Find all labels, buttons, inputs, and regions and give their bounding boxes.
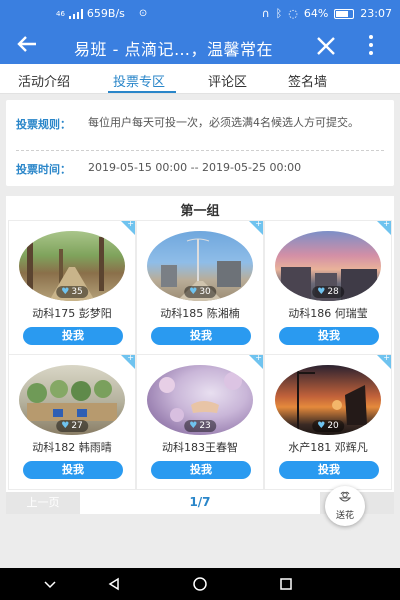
plus-icon: +	[383, 354, 390, 362]
rule-label: 投票规则：	[16, 118, 71, 131]
recents-square-icon[interactable]	[278, 576, 294, 592]
title-bar: 易班 - 点滴记…，温馨常在	[0, 27, 400, 64]
tab-bar: 活动介绍 投票专区 评论区 签名墙	[0, 64, 400, 94]
system-nav-bar	[0, 568, 400, 600]
plus-icon: +	[255, 354, 262, 362]
vote-button[interactable]: 投我	[23, 461, 123, 479]
vote-count: 35	[71, 287, 83, 297]
send-flower-button[interactable]: 送花	[325, 486, 365, 526]
time-label: 投票时间：	[16, 163, 71, 176]
divider	[16, 150, 384, 151]
candidate-photo[interactable]: ♥ 20	[275, 365, 381, 435]
flower-icon	[338, 491, 352, 502]
vote-count: 20	[327, 421, 339, 431]
mute-icon: ◌	[288, 7, 298, 20]
vote-count: 23	[199, 421, 211, 431]
rule-text: 每位用户每天可投一次，必须选满4名候选人方可提交。	[88, 116, 359, 129]
signal-icon	[68, 8, 83, 19]
back-arrow-icon[interactable]	[16, 33, 38, 61]
candidate-card: + ♥ 20 水产181 邓辉凡 投我	[264, 354, 392, 490]
tab-comments[interactable]: 评论区	[208, 71, 247, 90]
candidate-card: + ♥ 27 动科182 韩雨晴 投我	[8, 354, 136, 490]
vote-count-badge: ♥ 27	[56, 420, 88, 432]
plus-icon: +	[255, 220, 262, 228]
back-triangle-icon[interactable]	[106, 576, 122, 592]
battery-percent: 64%	[303, 7, 329, 20]
status-bar: 46 659B/s ⊙ ∩ ᛒ ◌ 64% 23:07	[0, 0, 400, 27]
tab-voting[interactable]: 投票专区	[113, 71, 165, 90]
candidate-card: + ♥ 30 动科185 陈湘楠 投我	[136, 220, 264, 356]
more-menu-icon[interactable]	[366, 33, 376, 57]
tab-signature-wall[interactable]: 签名墙	[288, 71, 327, 90]
vote-count: 27	[71, 421, 83, 431]
battery-icon	[334, 8, 355, 19]
candidate-name: 动科186 何瑞莹	[288, 307, 368, 320]
candidate-photo[interactable]: ♥ 23	[147, 365, 253, 435]
bluetooth-icon: ᛒ	[275, 7, 283, 20]
plus-icon: +	[127, 354, 134, 362]
send-flower-label: 送花	[335, 511, 354, 521]
status-time: 23:07	[360, 7, 392, 20]
candidate-name: 水产181 邓辉凡	[288, 441, 368, 454]
close-icon[interactable]	[314, 30, 338, 64]
vote-button[interactable]: 投我	[151, 461, 251, 479]
candidate-card: + ♥ 23 动科183王春智 投我	[136, 354, 264, 490]
vote-button[interactable]: 投我	[279, 327, 379, 345]
candidate-photo[interactable]: ♥ 27	[19, 365, 125, 435]
vote-count-badge: ♥ 28	[312, 286, 344, 298]
candidate-name: 动科183王春智	[162, 441, 238, 454]
clock-status-icon: ⊙	[138, 8, 148, 19]
heart-icon: ♥	[317, 287, 326, 297]
voting-rules-card: 投票规则： 每位用户每天可投一次，必须选满4名候选人方可提交。 投票时间： 20…	[6, 100, 394, 186]
plus-icon: +	[127, 220, 134, 228]
heart-icon: ♥	[317, 421, 326, 431]
vote-count-badge: ♥ 20	[312, 420, 344, 432]
candidate-photo[interactable]: ♥ 28	[275, 231, 381, 301]
heart-icon: ♥	[189, 287, 198, 297]
candidate-photo[interactable]: ♥ 30	[147, 231, 253, 301]
page-title: 易班 - 点滴记…，温馨常在	[74, 40, 273, 59]
vote-count-badge: ♥ 23	[184, 420, 216, 432]
plus-icon: +	[383, 220, 390, 228]
vote-button[interactable]: 投我	[151, 327, 251, 345]
candidate-card: + ♥ 28 动科186 何瑞莹 投我	[264, 220, 392, 356]
candidate-photo[interactable]: ♥ 35	[19, 231, 125, 301]
vote-count-badge: ♥ 35	[56, 286, 88, 298]
network-speed: 659B/s	[86, 7, 125, 20]
vote-button[interactable]: 投我	[279, 461, 379, 479]
heart-icon: ♥	[61, 421, 70, 431]
heart-icon: ♥	[189, 421, 198, 431]
network-type: 46	[56, 9, 65, 18]
candidate-card: + ♥ 35 动科175 彭梦阳 投我	[8, 220, 136, 356]
group-title: 第一组	[180, 204, 220, 219]
heart-icon: ♥	[61, 287, 70, 297]
candidate-name: 动科185 陈湘楠	[160, 307, 240, 320]
headphones-icon: ∩	[261, 7, 270, 20]
candidate-name: 动科175 彭梦阳	[32, 307, 112, 320]
candidate-name: 动科182 韩雨晴	[32, 441, 112, 454]
vote-button[interactable]: 投我	[23, 327, 123, 345]
vote-count-badge: ♥ 30	[184, 286, 216, 298]
active-tab-indicator	[108, 91, 176, 93]
time-text: 2019-05-15 00:00 -- 2019-05-25 00:00	[88, 161, 302, 174]
chevron-down-icon[interactable]	[42, 576, 58, 592]
home-circle-icon[interactable]	[192, 576, 208, 592]
tab-intro[interactable]: 活动介绍	[18, 71, 70, 90]
vote-count: 28	[327, 287, 339, 297]
candidate-group: 第一组 + ♥ 35 动科175 彭梦阳 投我 + ♥ 30 动科185 陈湘楠 投…	[6, 196, 394, 492]
vote-count: 30	[199, 287, 211, 297]
